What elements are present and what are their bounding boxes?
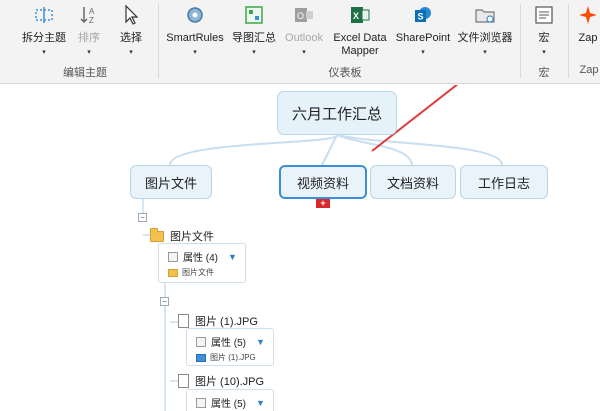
svg-text:S: S bbox=[418, 12, 424, 22]
properties-icon bbox=[196, 397, 206, 408]
collapse-toggle[interactable]: − bbox=[138, 213, 147, 222]
file-1-sub-item[interactable]: 图片 (1).JPG bbox=[196, 352, 256, 363]
outlook-icon: O bbox=[295, 8, 313, 22]
folder-sub-item[interactable]: 图片文件 bbox=[168, 267, 214, 278]
child-topic-videos[interactable]: 视频资料 bbox=[279, 165, 367, 199]
split-topic-button[interactable]: 拆分主题 ▾ bbox=[16, 4, 72, 59]
file-1-properties[interactable]: 属性 (5) ▼ bbox=[196, 334, 265, 349]
group-label-zap: Zap bbox=[579, 64, 599, 76]
file-node-10-label: 图片 (10).JPG bbox=[195, 376, 265, 388]
image-file-icon bbox=[196, 353, 206, 362]
map-summary-button[interactable]: 导图汇总 ▾ bbox=[229, 4, 279, 59]
sharepoint-button[interactable]: S SharePoint ▾ bbox=[393, 4, 453, 59]
svg-text:A: A bbox=[89, 7, 95, 16]
excel-icon: X bbox=[351, 7, 370, 23]
sort-label: 排序 bbox=[78, 32, 100, 44]
excel-data-mapper-button[interactable]: X Excel Data Mapper bbox=[331, 4, 389, 58]
file-10-properties-label: 属性 (5) bbox=[211, 399, 246, 410]
group-divider bbox=[568, 4, 569, 78]
map-summary-icon bbox=[245, 6, 263, 24]
excel-data-mapper-label: Excel Data Mapper bbox=[333, 32, 387, 57]
split-topic-icon bbox=[35, 7, 53, 23]
sharepoint-icon: S bbox=[415, 7, 431, 22]
chevron-down-icon: ▾ bbox=[129, 49, 133, 56]
chevron-down-icon: ▾ bbox=[42, 49, 46, 56]
chevron-down-icon: ▼ bbox=[228, 251, 237, 262]
zapier-icon bbox=[579, 6, 597, 24]
group-label-dashboard: 仪表板 bbox=[328, 67, 362, 79]
chevron-down-icon: ▾ bbox=[193, 49, 197, 56]
select-label: 选择 bbox=[120, 32, 142, 44]
map-summary-label: 导图汇总 bbox=[232, 32, 276, 44]
folder-properties-label: 属性 (4) bbox=[183, 253, 218, 264]
file-browser-label: 文件浏览器 bbox=[457, 32, 513, 44]
smartrules-gear-icon bbox=[187, 7, 203, 23]
file-1-sub-label: 图片 (1).JPG bbox=[210, 353, 256, 362]
file-browser-button[interactable]: 文件浏览器 ▾ bbox=[456, 4, 514, 59]
root-topic[interactable]: 六月工作汇总 bbox=[277, 91, 397, 135]
folder-icon bbox=[150, 227, 164, 242]
folder-sub-label: 图片文件 bbox=[182, 268, 214, 277]
zapier-label: Zap bbox=[578, 32, 598, 44]
child-topic-work-log[interactable]: 工作日志 bbox=[460, 165, 548, 199]
file-node-1[interactable]: 图片 (1).JPG bbox=[178, 313, 258, 329]
file-browser-icon bbox=[475, 9, 495, 23]
chevron-down-icon: ▾ bbox=[421, 49, 425, 56]
file-node-10[interactable]: 图片 (10).JPG bbox=[178, 373, 264, 389]
group-label-edit-topic: 编辑主题 bbox=[63, 67, 107, 79]
smartrules-label: SmartRules bbox=[166, 32, 224, 44]
chevron-down-icon: ▾ bbox=[252, 49, 256, 56]
collapse-toggle[interactable]: − bbox=[160, 297, 169, 306]
expand-badge[interactable]: + bbox=[316, 199, 330, 208]
select-button[interactable]: 选择 ▾ bbox=[114, 4, 148, 59]
file-1-properties-label: 属性 (5) bbox=[211, 338, 246, 349]
svg-text:X: X bbox=[353, 11, 359, 21]
macro-label: 宏 bbox=[538, 32, 550, 44]
small-folder-icon bbox=[168, 268, 178, 277]
svg-text:Z: Z bbox=[89, 16, 94, 25]
macro-button[interactable]: 宏 ▾ bbox=[528, 4, 560, 59]
split-topic-label: 拆分主题 bbox=[22, 32, 66, 44]
file-icon bbox=[178, 374, 189, 388]
chevron-down-icon: ▼ bbox=[256, 336, 265, 347]
child-topic-documents[interactable]: 文档资料 bbox=[370, 165, 456, 199]
svg-text:O: O bbox=[297, 11, 304, 21]
chevron-down-icon: ▾ bbox=[542, 49, 546, 56]
chevron-down-icon: ▾ bbox=[302, 49, 306, 56]
group-divider bbox=[520, 4, 521, 78]
folder-node-label: 图片文件 bbox=[170, 231, 214, 243]
sharepoint-label: SharePoint bbox=[395, 32, 451, 44]
group-divider bbox=[158, 4, 159, 78]
sort-icon: AZ bbox=[80, 7, 95, 25]
file-10-properties[interactable]: 属性 (5) ▼ bbox=[196, 395, 265, 410]
file-node-1-label: 图片 (1).JPG bbox=[195, 316, 258, 328]
chevron-down-icon: ▼ bbox=[256, 397, 265, 408]
properties-icon bbox=[168, 251, 178, 262]
properties-icon bbox=[196, 336, 206, 347]
select-cursor-icon bbox=[125, 4, 139, 25]
chevron-down-icon: ▾ bbox=[483, 49, 487, 56]
child-topic-images[interactable]: 图片文件 bbox=[130, 165, 212, 199]
file-icon bbox=[178, 314, 189, 328]
sort-button[interactable]: AZ 排序 ▾ bbox=[74, 4, 104, 59]
outlook-label: Outlook bbox=[285, 32, 323, 44]
zapier-button[interactable]: Zap bbox=[576, 4, 600, 45]
group-label-macro: 宏 bbox=[538, 67, 550, 79]
folder-node[interactable]: 图片文件 bbox=[150, 227, 214, 244]
smartrules-button[interactable]: SmartRules ▾ bbox=[164, 4, 226, 59]
macro-icon bbox=[535, 6, 553, 24]
mindmap-canvas[interactable]: 六月工作汇总 图片文件 视频资料 文档资料 工作日志 + − 图片文件 属性 (… bbox=[0, 85, 600, 411]
outlook-button[interactable]: O Outlook ▾ bbox=[282, 4, 326, 59]
chevron-down-icon: ▾ bbox=[87, 49, 91, 56]
folder-properties[interactable]: 属性 (4) ▼ bbox=[168, 249, 237, 264]
ribbon-toolbar: 拆分主题 ▾ AZ 排序 ▾ 选择 ▾ 编辑主题 SmartRules ▾ 导图… bbox=[0, 0, 600, 84]
